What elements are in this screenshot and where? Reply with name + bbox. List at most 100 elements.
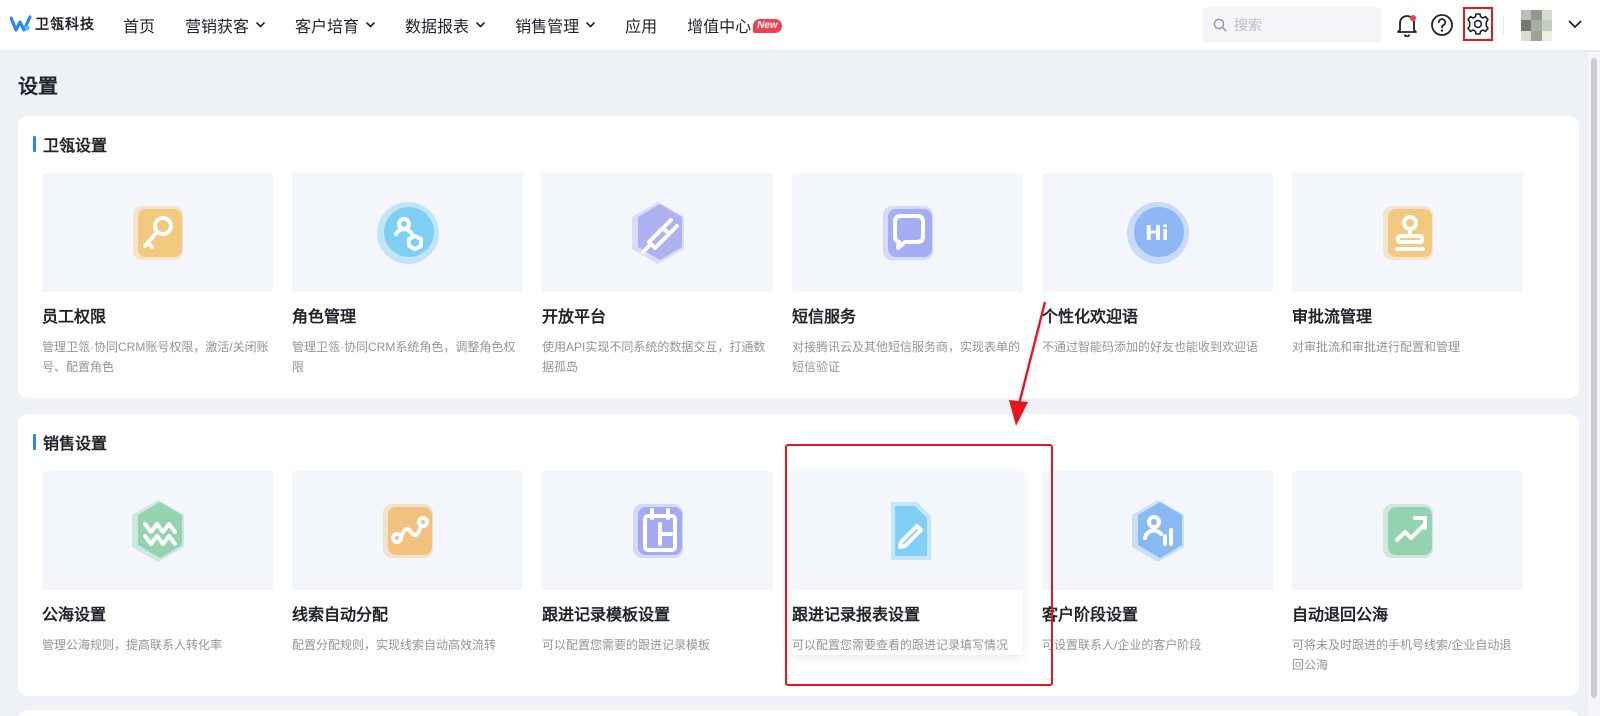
key-icon xyxy=(132,205,183,260)
card-description: 管理卫瓴·协同CRM系统角色，调整角色权限 xyxy=(292,340,516,374)
settings-card[interactable]: 审批流管理对审批流和审批进行配置和管理 xyxy=(1292,173,1523,357)
nav-item-label: 销售管理 xyxy=(515,19,580,36)
card-image xyxy=(542,471,773,590)
chevron-down-icon[interactable] xyxy=(1568,20,1582,29)
card-description: 对审批流和审批进行配置和管理 xyxy=(1292,340,1461,354)
section-title: 卫瓴设置 xyxy=(33,132,107,156)
card-title: 线索自动分配 xyxy=(292,607,389,624)
nav-item-label: 数据报表 xyxy=(405,19,470,36)
gear-icon xyxy=(1467,13,1489,35)
card-description: 管理公海规则，提高联系人转化率 xyxy=(42,638,223,652)
user-stats-icon xyxy=(1131,499,1184,562)
settings-card[interactable]: Hi 个性化欢迎语不通过智能码添加的好友也能收到欢迎语 xyxy=(1042,173,1273,357)
settings-card[interactable]: 跟进记录模板设置可以配置您需要的跟进记录模板 xyxy=(542,471,773,655)
card-image xyxy=(792,173,1023,292)
card-description: 可以配置您需要的跟进记录模板 xyxy=(542,638,711,652)
new-badge: New xyxy=(753,19,782,33)
nav-item-3[interactable]: 数据报表 xyxy=(390,0,500,50)
route-icon xyxy=(382,503,433,558)
settings-card[interactable]: 自动退回公海可将未及时跟进的手机号线索/企业自动退回公海 xyxy=(1292,471,1523,675)
nav-item-5[interactable]: 应用 xyxy=(610,0,672,50)
logo-text: 卫瓴科技 xyxy=(35,16,95,32)
chevron-down-icon xyxy=(476,22,485,28)
card-image xyxy=(542,173,773,292)
card-description: 对接腾讯云及其他短信服务商，实现表单的短信验证 xyxy=(792,340,1021,374)
svg-text:Hi: Hi xyxy=(1145,221,1169,245)
nav-item-4[interactable]: 销售管理 xyxy=(500,0,610,50)
section-title-bar xyxy=(33,136,36,152)
settings-card[interactable]: 跟进记录报表设置可以配置您需要查看的跟进记录填写情况 xyxy=(792,471,1023,655)
card-description: 管理卫瓴·协同CRM账号权限，激活/关闭账号、配置角色 xyxy=(42,340,269,374)
card-description: 不通过智能码添加的好友也能收到欢迎语 xyxy=(1042,340,1259,354)
card-title: 客户阶段设置 xyxy=(1042,607,1139,624)
section-title: 销售设置 xyxy=(33,430,107,454)
bell-icon xyxy=(1397,15,1417,37)
logo-mark-icon xyxy=(10,15,32,32)
edit-doc-icon xyxy=(890,501,931,560)
nav-item-0[interactable]: 首页 xyxy=(108,0,170,50)
card-title: 跟进记录报表设置 xyxy=(792,607,921,624)
search-input[interactable] xyxy=(1234,16,1374,33)
settings-card[interactable]: 员工权限管理卫瓴·协同CRM账号权限，激活/关闭账号、配置角色 xyxy=(42,173,273,377)
card-title: 审批流管理 xyxy=(1292,309,1373,326)
help-icon xyxy=(1431,14,1453,36)
section-title-text: 卫瓴设置 xyxy=(43,138,108,155)
card-image xyxy=(42,173,273,292)
notification-button[interactable] xyxy=(1394,12,1420,38)
message-icon xyxy=(882,205,933,260)
section-weiling-settings: 卫瓴设置 员工权限 管理卫瓴·协同CRM账号权限，激活/关闭账号、配置角色 角色管理… xyxy=(18,116,1579,398)
card-title: 跟进记录模板设置 xyxy=(542,607,671,624)
scrollbar-thumb[interactable] xyxy=(1591,58,1597,698)
settings-button[interactable] xyxy=(1463,7,1493,41)
settings-card[interactable]: 短信服务对接腾讯云及其他短信服务商，实现表单的短信验证 xyxy=(792,173,1023,377)
calendar-template-icon xyxy=(632,503,683,558)
settings-card[interactable]: 开放平台使用API实现不同系统的数据交互，打通数据孤岛 xyxy=(542,173,773,377)
settings-card[interactable]: 公海设置 管理公海规则，提高联系人转化率 xyxy=(42,471,273,655)
nav-item-6[interactable]: 增值中心 New xyxy=(672,0,797,50)
stamp-icon xyxy=(1382,205,1433,260)
main-nav: 首页 营销获客 客户培育 数据报表 销售管理 应用 增值中心 New xyxy=(108,0,797,50)
nav-item-label: 客户培育 xyxy=(295,19,360,36)
card-title: 个性化欢迎语 xyxy=(1042,309,1139,326)
help-button[interactable] xyxy=(1429,12,1455,38)
nav-item-label: 增值中心 xyxy=(687,19,752,36)
card-image xyxy=(42,471,273,590)
card-description: 可设置联系人/企业的客户阶段 xyxy=(1042,638,1202,652)
return-chart-icon xyxy=(1382,503,1433,558)
card-image xyxy=(1292,173,1523,292)
top-navigation-bar: 卫瓴科技 首页 营销获客 客户培育 数据报表 销售管理 应用 增值中心 New xyxy=(0,0,1600,50)
card-image xyxy=(792,471,1023,590)
search-icon xyxy=(1213,18,1227,32)
card-title: 开放平台 xyxy=(542,309,607,326)
settings-card[interactable]: 客户阶段设置可设置联系人/企业的客户阶段 xyxy=(1042,471,1273,655)
card-description: 配置分配规则，实现线索自动高效流转 xyxy=(292,638,497,652)
card-image: Hi xyxy=(1042,173,1273,292)
settings-card[interactable]: 线索自动分配配置分配规则，实现线索自动高效流转 xyxy=(292,471,523,655)
chevron-down-icon xyxy=(256,22,265,28)
section-title-text: 销售设置 xyxy=(43,436,108,453)
nav-item-label: 应用 xyxy=(625,19,658,36)
nav-item-label: 首页 xyxy=(123,19,156,36)
search-box[interactable] xyxy=(1203,7,1381,42)
nav-item-2[interactable]: 客户培育 xyxy=(280,0,390,50)
card-image xyxy=(1042,471,1273,590)
waves-icon xyxy=(131,499,184,562)
card-title: 角色管理 xyxy=(292,309,357,326)
card-description: 可将未及时跟进的手机号线索/企业自动退回公海 xyxy=(1292,638,1512,672)
card-title: 员工权限 xyxy=(42,309,107,326)
role-icon xyxy=(376,201,439,264)
card-image xyxy=(1292,471,1523,590)
section-next xyxy=(18,710,1579,716)
plug-icon xyxy=(631,201,684,264)
logo[interactable]: 卫瓴科技 xyxy=(10,13,95,35)
avatar[interactable] xyxy=(1521,10,1552,41)
settings-card[interactable]: 角色管理管理卫瓴·协同CRM系统角色，调整角色权限 xyxy=(292,173,523,377)
card-description: 可以配置您需要查看的跟进记录填写情况 xyxy=(792,638,1009,652)
section-sales-settings: 销售设置 公海设置 管理公海规则，提高联系人转化率线索自动分配配置分配规则，实现线… xyxy=(18,414,1579,696)
chevron-down-icon xyxy=(586,22,595,28)
card-title: 短信服务 xyxy=(792,309,857,326)
card-image xyxy=(292,173,523,292)
card-description: 使用API实现不同系统的数据交互，打通数据孤岛 xyxy=(542,340,766,374)
nav-item-1[interactable]: 营销获客 xyxy=(170,0,280,50)
card-title: 自动退回公海 xyxy=(1292,607,1389,624)
